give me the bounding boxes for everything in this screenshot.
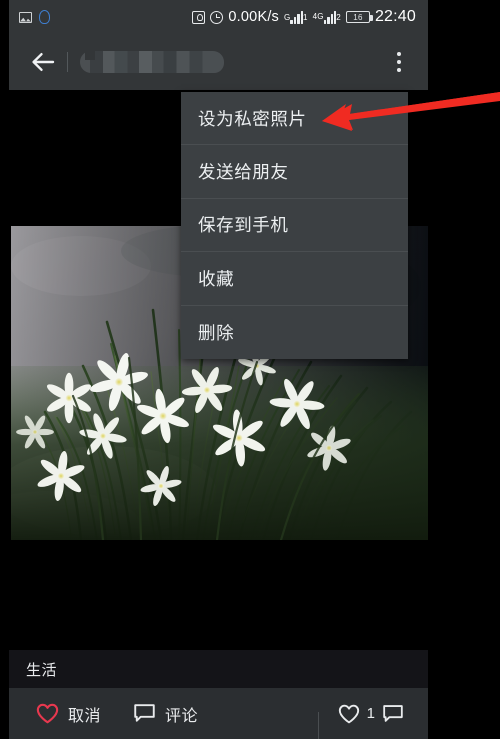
- menu-item-label: 发送给朋友: [198, 162, 289, 183]
- like-count: 1: [366, 705, 375, 722]
- menu-item-label: 收藏: [198, 268, 235, 289]
- sim1-index-label: 1: [303, 12, 308, 22]
- app-toolbar: [9, 34, 428, 90]
- clock-icon: [210, 10, 224, 24]
- comment-bubble-icon: [133, 703, 156, 724]
- heart-outline-icon[interactable]: [338, 704, 360, 724]
- comment-bubble-icon[interactable]: [382, 704, 404, 724]
- page-title: [80, 51, 224, 73]
- heart-icon: [36, 703, 59, 724]
- sim2-network-label: 4G: [312, 12, 324, 21]
- action-bar: 取消 评论 1: [9, 688, 428, 739]
- back-arrow-icon[interactable]: [21, 40, 65, 84]
- menu-item-set-private[interactable]: 设为私密照片: [181, 92, 408, 146]
- like-label: 取消: [68, 707, 102, 725]
- phone-screen: 0.00K/s G 1 4G 2 16 22:40 设为私密照片 发送给朋友 保…: [0, 0, 428, 739]
- status-bar: 0.00K/s G 1 4G 2 16 22:40: [9, 0, 428, 34]
- like-button[interactable]: 取消: [36, 702, 101, 726]
- toolbar-divider: [67, 52, 68, 72]
- menu-item-send-to-friend[interactable]: 发送给朋友: [181, 145, 408, 199]
- menu-item-save-to-phone[interactable]: 保存到手机: [181, 199, 408, 253]
- caption-text: 生活: [26, 661, 58, 679]
- screen-root: 0.00K/s G 1 4G 2 16 22:40 设为私密照片 发送给朋友 保…: [0, 0, 500, 739]
- network-speed-text: 0.00K/s: [228, 9, 279, 25]
- comment-button[interactable]: 评论: [133, 702, 198, 726]
- signal-sim1-icon: G 1: [284, 10, 308, 24]
- menu-item-label: 保存到手机: [198, 215, 289, 236]
- screenshot-icon: [19, 11, 32, 23]
- battery-level-text: 16: [353, 12, 363, 22]
- signal-sim2-icon: 4G 2: [312, 10, 341, 24]
- overflow-dropdown-menu[interactable]: 设为私密照片 发送给朋友 保存到手机 收藏 删除: [181, 92, 408, 359]
- status-bar-right-icons: 0.00K/s G 1 4G 2 16 22:40: [192, 8, 428, 26]
- qq-icon: [39, 10, 50, 24]
- overflow-menu-icon[interactable]: [384, 40, 414, 84]
- sim2-index-label: 2: [336, 12, 341, 22]
- menu-item-delete[interactable]: 删除: [181, 306, 408, 359]
- battery-icon: 16: [345, 11, 373, 23]
- stats-group[interactable]: 1: [317, 704, 404, 739]
- comment-label: 评论: [165, 707, 199, 725]
- caption-bar: 生活: [9, 650, 428, 688]
- menu-item-label: 设为私密照片: [198, 108, 307, 129]
- menu-item-label: 删除: [198, 322, 235, 343]
- alarm-square-icon: [192, 10, 206, 24]
- status-bar-clock: 22:40: [374, 8, 416, 25]
- status-bar-left-icons: [9, 10, 50, 24]
- menu-item-favorite[interactable]: 收藏: [181, 252, 408, 306]
